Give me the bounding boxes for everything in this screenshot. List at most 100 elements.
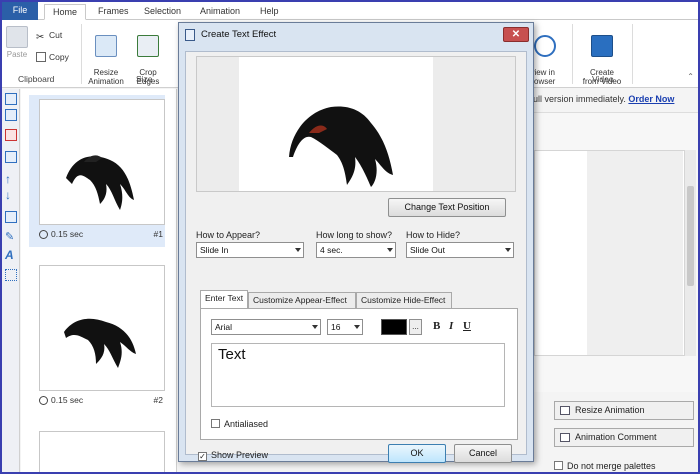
merge-palettes-checkbox[interactable]: Do not merge palettes [554,461,656,471]
close-button[interactable]: ✕ [503,27,529,42]
bird-image [64,318,136,368]
frame-thumbnail[interactable]: 0.15 sec #1 [29,95,165,247]
tab-animation[interactable]: Animation [192,4,248,20]
edit-frame-icon[interactable] [5,211,17,223]
bird-image [66,155,134,210]
notice-banner: ng full version immediately. Order Now [518,94,674,104]
hide-value: Slide Out [410,245,445,255]
order-now-link[interactable]: Order Now [628,94,674,104]
chevron-down-icon [312,325,318,329]
checkbox-box[interactable] [554,461,563,470]
animation-comment-label: Animation Comment [575,432,657,442]
resize-label: Resize Animation [88,68,124,86]
dialog-body: Change Text Position How to Appear? Slid… [185,51,527,463]
tab-frames[interactable]: Frames [90,4,137,20]
scrollbar[interactable] [684,150,696,356]
resize-animation-button[interactable]: Resize Animation [86,26,126,86]
collapse-ribbon-icon[interactable]: ⌃ [687,72,694,81]
delete-frame-icon[interactable] [5,129,17,141]
move-down-icon[interactable]: ↓ [5,189,17,201]
tab-selection[interactable]: Selection [136,4,189,20]
hide-select[interactable]: Slide Out [406,242,514,258]
checkbox-box[interactable] [198,452,207,461]
duration-label: How long to show? [316,230,393,240]
tab-customize-hide[interactable]: Customize Hide-Effect [356,292,452,308]
ok-button[interactable]: OK [388,444,446,463]
tab-home[interactable]: Home [44,4,87,20]
frame-thumbnail[interactable] [29,427,165,472]
app-window: File Home Frames Selection Animation Hel… [0,0,700,474]
preview-gray-area [587,151,683,355]
paste-label: Paste [6,50,28,59]
hide-label: How to Hide? [406,230,461,240]
chevron-down-icon [505,248,511,252]
add-frame-icon[interactable] [5,93,17,105]
tab-help[interactable]: Help [252,4,287,20]
copy-button[interactable]: Copy [36,52,69,62]
create-text-effect-dialog: Create Text Effect ✕ Change Text Positio… [178,22,534,463]
show-preview-label: Show Preview [211,450,269,460]
effect-text-input[interactable]: Text [211,343,505,407]
frame-duration: 0.15 sec [51,229,84,239]
change-text-position-button[interactable]: Change Text Position [388,198,506,217]
ribbon-separator [632,24,633,84]
ribbon-separator [81,24,82,84]
resize-animation-button[interactable]: Resize Animation [554,401,694,420]
duration-select[interactable]: 4 sec. [316,242,396,258]
antialiased-label: Antialiased [224,419,269,429]
browser-icon [534,35,556,57]
dialog-icon [185,29,195,41]
frame-number: #1 [153,229,163,239]
text-color-swatch[interactable] [381,319,407,335]
animation-comment-button[interactable]: Animation Comment [554,428,694,447]
move-up-icon[interactable]: ↑ [5,173,17,185]
bird-image [289,106,393,187]
resize-animation-label: Resize Animation [575,405,645,415]
pencil-icon[interactable]: ✎ [5,231,17,243]
font-value: Arial [215,322,233,332]
show-preview-checkbox[interactable]: Show Preview [198,450,268,461]
enter-text-panel: Arial 16 ... B I U Text Antialiased [200,308,518,440]
size-group-label: Size [136,74,153,84]
resize-icon [95,35,117,57]
cut-button[interactable]: ✂ Cut [36,30,62,43]
scissors-icon: ✂ [36,32,45,43]
insert-frame-icon[interactable] [5,109,17,121]
clock-icon [39,230,48,239]
notice-text: ng full version immediately. [518,94,626,104]
appear-label: How to Appear? [196,230,261,240]
antialiased-checkbox[interactable]: Antialiased [211,419,268,429]
video-group-label: Video [592,74,614,84]
frame-thumbnail[interactable]: 0.15 sec #2 [29,261,165,413]
duplicate-frame-icon[interactable] [5,151,17,163]
chevron-down-icon [387,248,393,252]
chevron-down-icon [354,325,360,329]
font-size-select[interactable]: 16 [327,319,363,335]
paste-button[interactable]: Paste [6,26,28,59]
text-effect-icon[interactable]: A [5,249,17,261]
tab-file[interactable]: File [2,2,38,20]
ribbon-tabs: File Home Frames Selection Animation Hel… [2,2,698,20]
frame-meta: 0.15 sec #1 [39,229,165,239]
scrollbar-thumb[interactable] [687,186,694,286]
appear-select[interactable]: Slide In [196,242,304,258]
preview-area [534,150,696,356]
copy-icon [36,52,46,62]
left-toolbar: ↑ ↓ ✎ A [2,89,20,472]
font-size-value: 16 [331,322,341,332]
frame-image [39,431,165,472]
frame-image [39,265,165,391]
tab-customize-appear[interactable]: Customize Appear-Effect [248,292,356,308]
font-select[interactable]: Arial [211,319,321,335]
underline-button[interactable]: U [463,320,471,332]
clipboard-group-label: Clipboard [18,74,55,84]
tab-enter-text[interactable]: Enter Text [200,290,248,308]
italic-button[interactable]: I [449,320,453,332]
checkbox-box[interactable] [211,419,220,428]
cancel-button[interactable]: Cancel [454,444,512,463]
color-picker-button[interactable]: ... [409,319,422,335]
frame-duration: 0.15 sec [51,395,84,405]
bold-button[interactable]: B [433,320,440,332]
grid-icon[interactable] [5,269,17,281]
clock-icon [39,396,48,405]
